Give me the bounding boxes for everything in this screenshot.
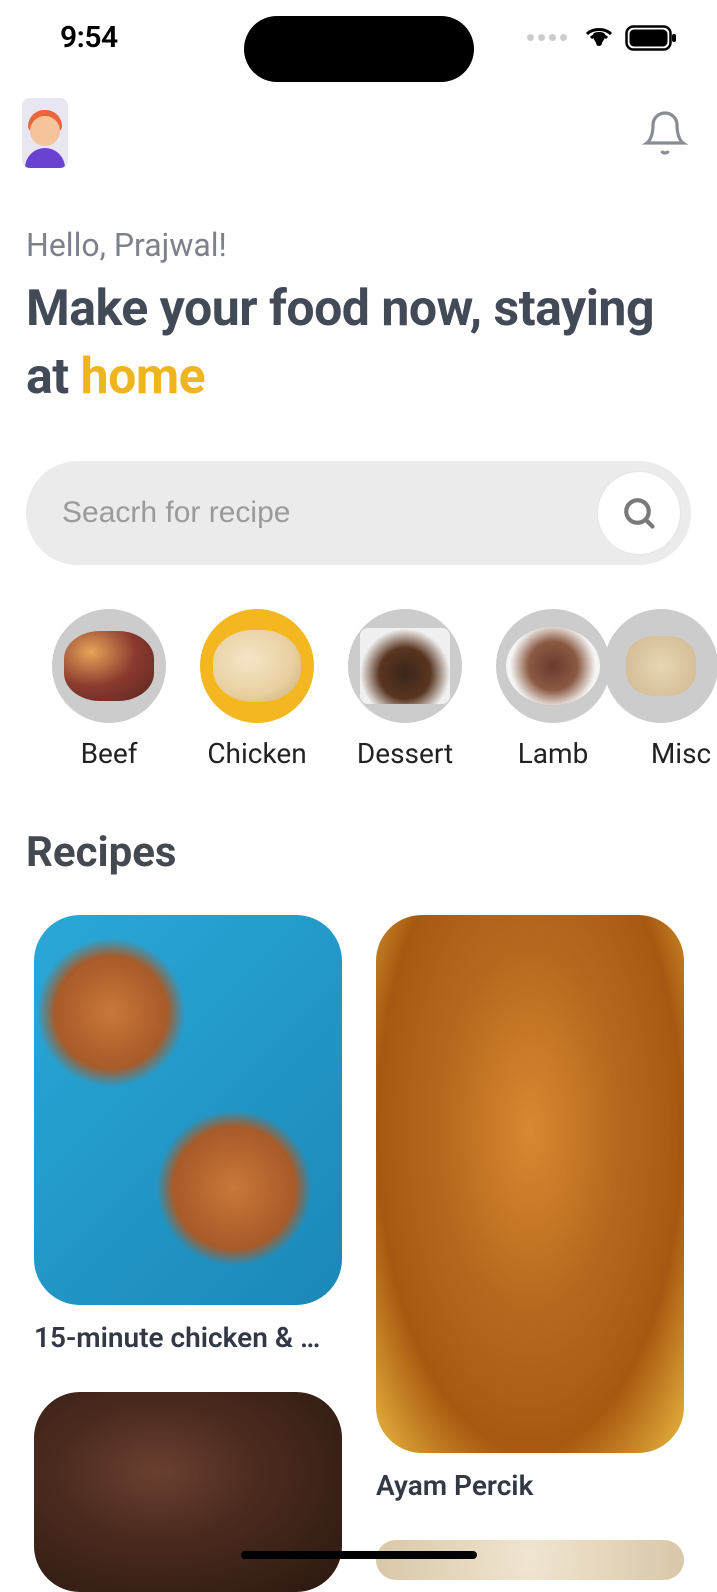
recipe-image [34, 1392, 342, 1592]
category-label: Beef [81, 737, 138, 770]
recipe-card[interactable]: Ayam Percik [376, 915, 684, 1502]
home-indicator[interactable] [241, 1551, 477, 1559]
search-button[interactable] [597, 471, 681, 555]
status-icons [527, 25, 677, 51]
recipe-title: 15-minute chicken & … [34, 1321, 342, 1354]
headline: Make your food now, staying at home [26, 276, 691, 411]
battery-icon [625, 25, 677, 51]
search-wrapper [26, 461, 691, 565]
device-notch [244, 16, 474, 82]
recipes-column: Ayam Percik [376, 915, 684, 1592]
category-dessert[interactable]: Dessert [348, 609, 462, 770]
recipes-grid[interactable]: 15-minute chicken & … Ayam Percik [0, 877, 717, 1592]
greeting-text: Hello, Prajwal! [26, 226, 691, 264]
status-bar: 9:54 [0, 0, 717, 70]
avatar[interactable] [22, 98, 68, 168]
search-icon [621, 495, 657, 531]
status-time: 9:54 [60, 20, 118, 55]
app-header [0, 70, 717, 178]
recipe-card[interactable]: 15-minute chicken & … [34, 915, 342, 1354]
headline-accent: home [81, 348, 206, 406]
category-image [348, 609, 462, 723]
recipes-heading: Recipes [0, 770, 717, 877]
category-image [604, 609, 717, 723]
category-image [52, 609, 166, 723]
categories-list[interactable]: Beef Chicken Dessert Lamb Misc [0, 565, 717, 770]
recipe-image [34, 915, 342, 1305]
category-label: Chicken [207, 737, 306, 770]
bell-icon[interactable] [641, 109, 689, 157]
recipe-title: Ayam Percik [376, 1469, 684, 1502]
category-label: Misc [651, 737, 711, 770]
wifi-icon [583, 26, 615, 50]
greeting-section: Hello, Prajwal! Make your food now, stay… [0, 178, 717, 411]
search-input[interactable] [26, 461, 691, 565]
category-image [200, 609, 314, 723]
recipes-column: 15-minute chicken & … [34, 915, 342, 1592]
category-lamb[interactable]: Lamb [496, 609, 610, 770]
category-chicken[interactable]: Chicken [200, 609, 314, 770]
category-label: Dessert [357, 737, 453, 770]
category-misc[interactable]: Misc [644, 609, 717, 770]
category-image [496, 609, 610, 723]
cellular-dots-icon [527, 34, 567, 41]
recipe-image [376, 915, 684, 1453]
recipe-card[interactable] [34, 1392, 342, 1592]
category-beef[interactable]: Beef [52, 609, 166, 770]
category-label: Lamb [518, 737, 589, 770]
recipe-image [376, 1540, 684, 1580]
recipe-card[interactable] [376, 1540, 684, 1580]
